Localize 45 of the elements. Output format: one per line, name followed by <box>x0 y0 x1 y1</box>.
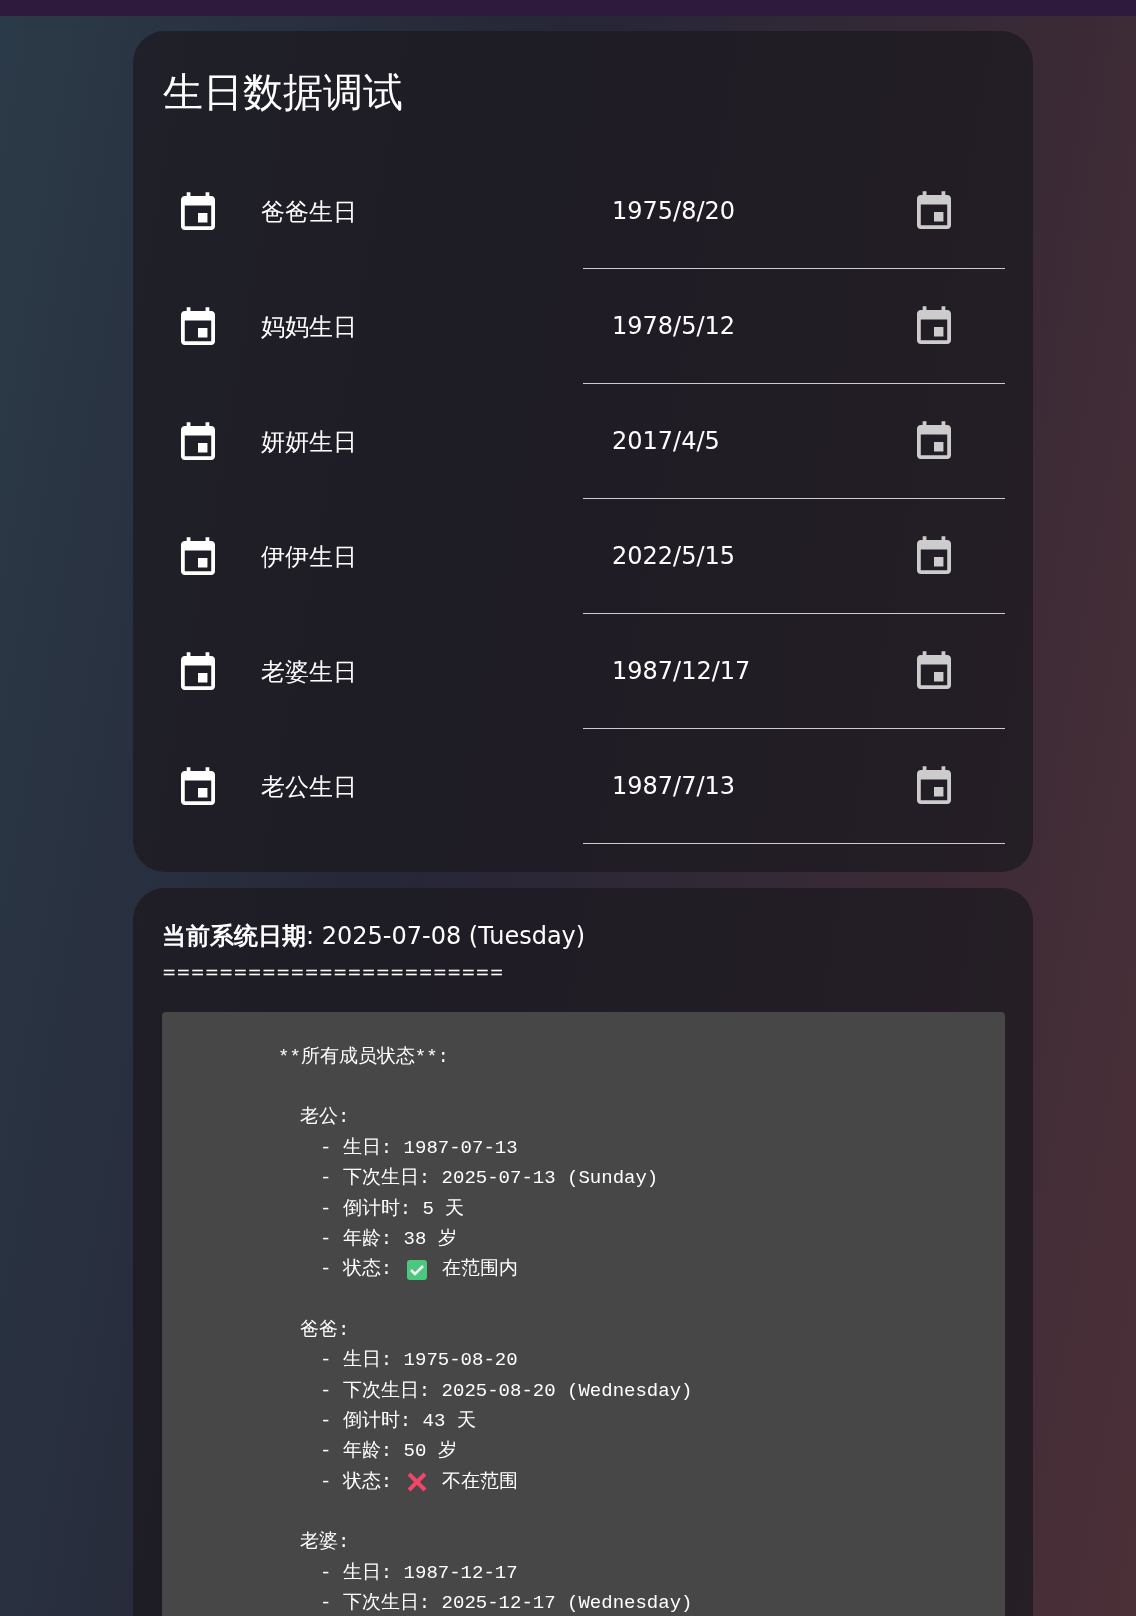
calendar-icon <box>917 306 951 346</box>
member-name: 爸爸: <box>300 1318 350 1341</box>
row-label: 爸爸生日 <box>261 196 358 228</box>
calendar-icon <box>181 536 215 577</box>
code-line: - 下次生日: 2025-07-13 (Sunday) <box>320 1166 659 1192</box>
code-line: - 下次生日: 2025-08-20 (Wednesday) <box>320 1378 693 1404</box>
row-label: 老公生日 <box>261 771 358 803</box>
code-line: - 倒计时: 43 天 <box>320 1409 476 1435</box>
calendar-icon <box>181 306 215 347</box>
code-line: - 年龄: 38 岁 <box>320 1227 457 1253</box>
date-field[interactable]: 1987/7/13 <box>583 729 1005 844</box>
code-line: - 生日: 1987-12-17 <box>320 1560 518 1586</box>
heading-text: **所有成员状态**: <box>278 1046 449 1068</box>
calendar-icon <box>917 766 951 806</box>
calendar-icon <box>181 191 215 232</box>
code-line: - 年龄: 50 岁 <box>320 1439 457 1465</box>
status-text: 在范围内 <box>442 1257 519 1283</box>
code-line: - 生日: 1975-08-20 <box>320 1348 518 1374</box>
code-line: - 状态: <box>320 1257 393 1283</box>
calendar-icon <box>181 766 215 807</box>
code-line: - 倒计时: 5 天 <box>320 1196 465 1222</box>
code-line: - 生日: 1987-07-13 <box>320 1135 518 1161</box>
calendar-icon <box>917 536 951 576</box>
row-label: 妍妍生日 <box>261 426 358 458</box>
date-field[interactable]: 2022/5/15 <box>583 499 1005 614</box>
card-title: 生日数据调试 <box>163 68 404 117</box>
calendar-icon <box>181 421 215 462</box>
calendar-icon <box>917 191 951 231</box>
status-text: 不在范围 <box>442 1469 519 1495</box>
member-name: 老公: <box>300 1106 350 1129</box>
code-line: - 下次生日: 2025-12-17 (Wednesday) <box>320 1591 693 1616</box>
row-label: 妈妈生日 <box>261 311 358 343</box>
date-field[interactable]: 1975/8/20 <box>583 154 1005 269</box>
date-field[interactable]: 2017/4/5 <box>583 384 1005 499</box>
date-field[interactable]: 1978/5/12 <box>583 269 1005 384</box>
member-name: 老婆: <box>300 1531 350 1554</box>
row-label: 伊伊生日 <box>261 541 358 573</box>
row-label: 老婆生日 <box>261 656 358 688</box>
calendar-icon <box>917 421 951 461</box>
calendar-icon <box>917 651 951 691</box>
code-line: - 状态: <box>320 1469 393 1495</box>
calendar-icon <box>181 651 215 692</box>
date-field[interactable]: 1987/12/17 <box>583 614 1005 729</box>
current-date-text: 当前系统日期: 2025-07-08 (Tuesday) <box>162 921 587 952</box>
separator-text: ======================== <box>162 962 505 982</box>
